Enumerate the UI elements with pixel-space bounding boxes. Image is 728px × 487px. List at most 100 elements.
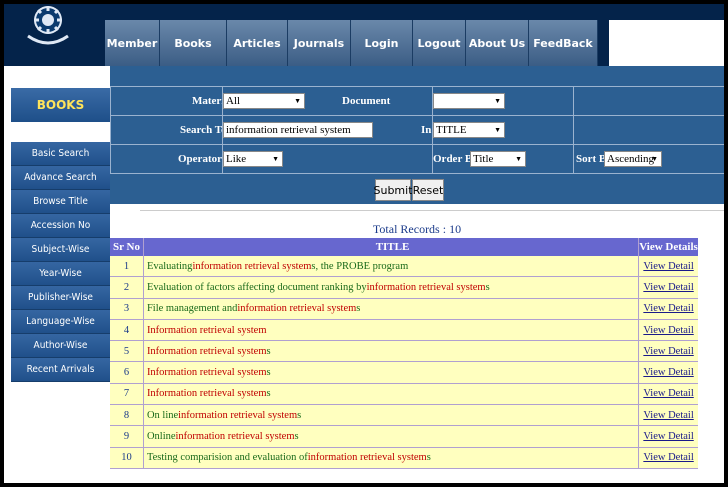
- row-sr-no: 2: [110, 277, 144, 298]
- search-row-material: Material All ▼ Document ▼: [110, 87, 724, 116]
- nav-item-login[interactable]: Login: [351, 20, 413, 66]
- divider: [222, 87, 223, 174]
- view-detail-link[interactable]: View Detail: [639, 384, 698, 404]
- sidebar-item-author-wise[interactable]: Author-Wise: [11, 334, 110, 358]
- search-row-operators: Operators Like ▼ Order By Title ▼ Sort B…: [110, 145, 724, 174]
- search-text-input[interactable]: information retrieval system: [223, 122, 373, 138]
- nav-item-about-us[interactable]: About Us: [466, 20, 529, 66]
- view-detail-link[interactable]: View Detail: [639, 426, 698, 446]
- in-label: In: [421, 124, 432, 136]
- sort-by-value: Ascending: [607, 153, 655, 165]
- order-by-value: Title: [473, 153, 494, 165]
- row-sr-no: 10: [110, 447, 144, 468]
- row-title[interactable]: Information retrieval system s: [144, 383, 640, 405]
- divider: [432, 87, 433, 174]
- operators-label: Operators: [178, 153, 227, 165]
- search-panel: Material All ▼ Document ▼ Search Text in…: [110, 66, 724, 204]
- view-detail-link[interactable]: View Detail: [639, 362, 698, 382]
- view-detail-link[interactable]: View Detail: [639, 320, 698, 340]
- table-row: 2 Evaluation of factors affecting documen…: [110, 277, 698, 299]
- sort-by-select[interactable]: Ascending ▼: [604, 151, 662, 167]
- row-title[interactable]: Information retrieval system s: [144, 362, 640, 383]
- main-nav: Member Books Articles Journals Login Logout Ab…: [105, 20, 598, 66]
- search-panel-header: [110, 66, 724, 87]
- operators-select[interactable]: Like ▼: [223, 151, 283, 167]
- sidebar-item-recent-arrivals[interactable]: Recent Arrivals: [11, 358, 110, 382]
- table-row: 3 File management and information retriev…: [110, 298, 698, 320]
- search-highlight: information retrieval system: [237, 303, 357, 315]
- divider: [140, 210, 724, 211]
- header-title: TITLE: [144, 238, 640, 256]
- nav-item-logout[interactable]: Logout: [413, 20, 466, 66]
- sidebar-item-year-wise[interactable]: Year-Wise: [11, 262, 110, 286]
- reset-button[interactable]: Reset: [412, 179, 444, 201]
- view-detail-link[interactable]: View Detail: [639, 256, 698, 276]
- view-detail-link[interactable]: View Detail: [639, 299, 698, 319]
- row-title[interactable]: Evaluating information retrieval system s…: [144, 256, 640, 277]
- table-row: 6 Information retrieval system s View Detai…: [110, 362, 698, 384]
- sidebar-item-basic-search[interactable]: Basic Search: [11, 142, 110, 166]
- view-detail-link[interactable]: View Detail: [639, 448, 698, 468]
- sidebar-item-advance-search[interactable]: Advance Search: [11, 166, 110, 190]
- sidebar-item-language-wise[interactable]: Language-Wise: [11, 310, 110, 334]
- search-highlight: information retrieval system: [192, 260, 312, 272]
- total-records: Total Records : 10: [372, 222, 462, 236]
- table-row: 10 Testing comparision and evaluation of …: [110, 447, 698, 469]
- chevron-down-icon: ▼: [294, 97, 301, 105]
- results-table: Sr No TITLE View Details 1 Evaluating inf…: [110, 238, 698, 469]
- sidebar-item-browse-title[interactable]: Browse Title: [11, 190, 110, 214]
- nav-item-member[interactable]: Member: [105, 20, 160, 66]
- table-row: 8 On line information retrieval system s Vi…: [110, 405, 698, 427]
- row-sr-no: 5: [110, 341, 144, 362]
- row-title[interactable]: Information retrieval system s: [144, 341, 640, 362]
- nav-item-feedback[interactable]: FeedBack: [529, 20, 598, 66]
- row-sr-no: 3: [110, 298, 144, 319]
- row-title[interactable]: On line information retrieval system s: [144, 405, 640, 426]
- row-sr-no: 6: [110, 362, 144, 383]
- chevron-down-icon: ▼: [272, 155, 279, 163]
- row-title[interactable]: File management and information retrieva…: [144, 298, 640, 319]
- order-by-select[interactable]: Title ▼: [470, 151, 526, 167]
- nav-item-journals[interactable]: Journals: [288, 20, 351, 66]
- header-sr-no: Sr No: [110, 238, 144, 256]
- search-highlight: information retrieval system: [307, 452, 427, 464]
- nav-item-books[interactable]: Books: [160, 20, 227, 66]
- chevron-down-icon: ▼: [494, 97, 501, 105]
- search-row-text: Search Text information retrieval system…: [110, 116, 724, 145]
- row-title[interactable]: Online information retrieval system s: [144, 426, 640, 447]
- search-highlight: Information retrieval system: [146, 367, 267, 379]
- document-select[interactable]: ▼: [433, 93, 505, 109]
- chevron-down-icon: ▼: [494, 126, 501, 134]
- material-value: All: [226, 95, 241, 107]
- row-title[interactable]: Information retrieval system: [144, 319, 640, 341]
- row-sr-no: 7: [110, 383, 144, 405]
- in-field-value: TITLE: [436, 124, 467, 136]
- nav-item-articles[interactable]: Articles: [227, 20, 288, 66]
- search-highlight: information retrieval system: [175, 431, 295, 443]
- material-select[interactable]: All ▼: [223, 93, 305, 109]
- chevron-down-icon: ▼: [515, 155, 522, 163]
- search-highlight: Information retrieval system: [146, 345, 267, 357]
- row-sr-no: 1: [110, 256, 144, 277]
- divider: [110, 87, 111, 174]
- view-detail-link[interactable]: View Detail: [639, 341, 698, 361]
- sidebar-item-accession-no[interactable]: Accession No: [11, 214, 110, 238]
- submit-button[interactable]: Submit: [373, 179, 413, 201]
- search-highlight: Information retrieval system: [146, 324, 267, 336]
- row-title[interactable]: Evaluation of factors affecting document…: [144, 277, 640, 298]
- row-sr-no: 9: [110, 426, 144, 447]
- results-header: Sr No TITLE View Details: [110, 238, 698, 256]
- sidebar: BOOKS Basic Search Advance Search Browse T…: [11, 88, 110, 382]
- view-detail-link[interactable]: View Detail: [639, 405, 698, 425]
- sidebar-item-publisher-wise[interactable]: Publisher-Wise: [11, 286, 110, 310]
- nav-spacer: [609, 20, 724, 66]
- sidebar-item-subject-wise[interactable]: Subject-Wise: [11, 238, 110, 262]
- document-label: Document: [342, 95, 391, 107]
- search-text-value: information retrieval system: [226, 124, 351, 136]
- divider: [573, 87, 574, 174]
- header-view-details: View Details: [639, 241, 698, 253]
- in-field-select[interactable]: TITLE ▼: [433, 122, 505, 138]
- search-highlight: Information retrieval system: [146, 388, 267, 400]
- row-title[interactable]: Testing comparision and evaluation of in…: [144, 447, 640, 468]
- view-detail-link[interactable]: View Detail: [639, 277, 698, 297]
